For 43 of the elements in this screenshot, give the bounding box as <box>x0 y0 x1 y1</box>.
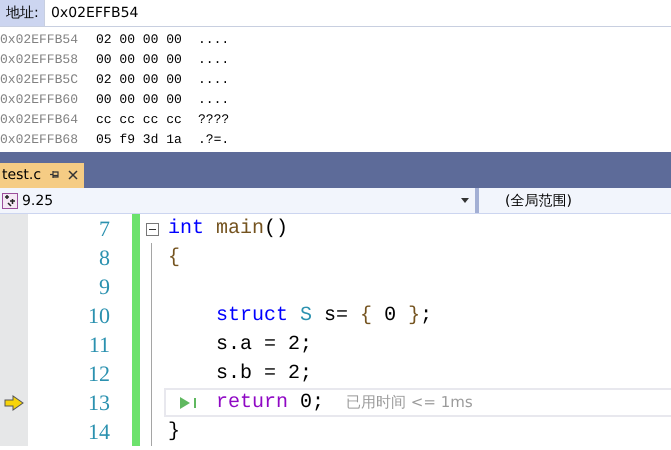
memory-ascii: .... <box>198 92 230 106</box>
line-number: 14 <box>87 418 111 446</box>
address-label: 地址: <box>0 0 44 26</box>
file-tab[interactable]: test.c <box>0 163 84 188</box>
memory-bytes: 02 00 00 00 <box>96 32 183 46</box>
code-line: { <box>168 245 182 271</box>
line-number: 9 <box>98 273 111 301</box>
code-line: } <box>168 419 182 445</box>
memory-bytes: cc cc cc cc <box>96 112 183 126</box>
dropdown-caret-icon <box>461 198 469 203</box>
address-field[interactable]: 0x02EFFB54 <box>44 0 671 26</box>
code-line: int main() <box>168 216 290 242</box>
code-line: s.a = 2; <box>215 332 314 358</box>
memory-ascii: ???? <box>198 112 230 126</box>
line-number: 13 <box>87 389 111 417</box>
memory-address: 0x02EFFB64 <box>0 112 80 126</box>
memory-bytes: 00 00 00 00 <box>96 92 183 106</box>
memory-address: 0x02EFFB68 <box>0 132 80 146</box>
code-line: s.b = 2; <box>215 361 314 387</box>
line-number: 7 <box>98 215 111 243</box>
line-number: 8 <box>98 244 111 272</box>
memory-address: 0x02EFFB60 <box>0 92 80 106</box>
elapsed-time-hint: 已用时间 <= 1ms <box>346 393 473 412</box>
memory-ascii: .... <box>198 72 230 86</box>
line-number: 10 <box>87 302 111 330</box>
memory-ascii: .... <box>198 32 230 46</box>
memory-bytes: 02 00 00 00 <box>96 72 183 86</box>
memory-ascii: .?=. <box>198 132 230 146</box>
line-number: 12 <box>87 360 111 388</box>
project-icon <box>2 192 18 208</box>
memory-ascii: .... <box>198 52 230 66</box>
pin-icon[interactable] <box>49 170 60 179</box>
memory-address: 0x02EFFB58 <box>0 52 80 66</box>
close-icon[interactable] <box>68 170 78 180</box>
collapse-icon[interactable] <box>146 223 158 236</box>
memory-bytes: 05 f9 3d 1a <box>96 132 183 146</box>
memory-address: 0x02EFFB54 <box>0 32 80 46</box>
memory-bytes: 00 00 00 00 <box>96 52 183 66</box>
scope-dropdown[interactable]: (全局范围) <box>479 192 572 210</box>
code-line: return 0; 已用时间 <= 1ms <box>164 388 671 417</box>
line-number: 11 <box>88 331 111 359</box>
code-line: struct S s= { 0 }; <box>215 303 434 329</box>
memory-address: 0x02EFFB5C <box>0 72 80 86</box>
